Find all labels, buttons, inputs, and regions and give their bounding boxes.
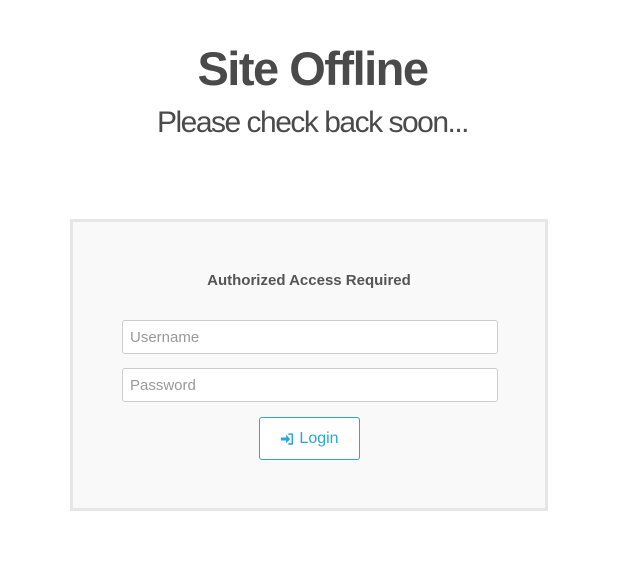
offline-page: Site Offline Please check back soon... A… bbox=[0, 0, 625, 587]
page-subtitle: Please check back soon... bbox=[156, 106, 470, 139]
password-input[interactable] bbox=[122, 368, 498, 402]
login-button-label: Login bbox=[299, 429, 339, 447]
sign-in-icon bbox=[280, 432, 294, 446]
login-panel: Authorized Access Required Login bbox=[70, 219, 548, 511]
login-heading: Authorized Access Required bbox=[207, 272, 411, 289]
page-title: Site Offline bbox=[197, 42, 429, 95]
username-input[interactable] bbox=[122, 320, 498, 354]
login-button[interactable]: Login bbox=[259, 417, 360, 460]
